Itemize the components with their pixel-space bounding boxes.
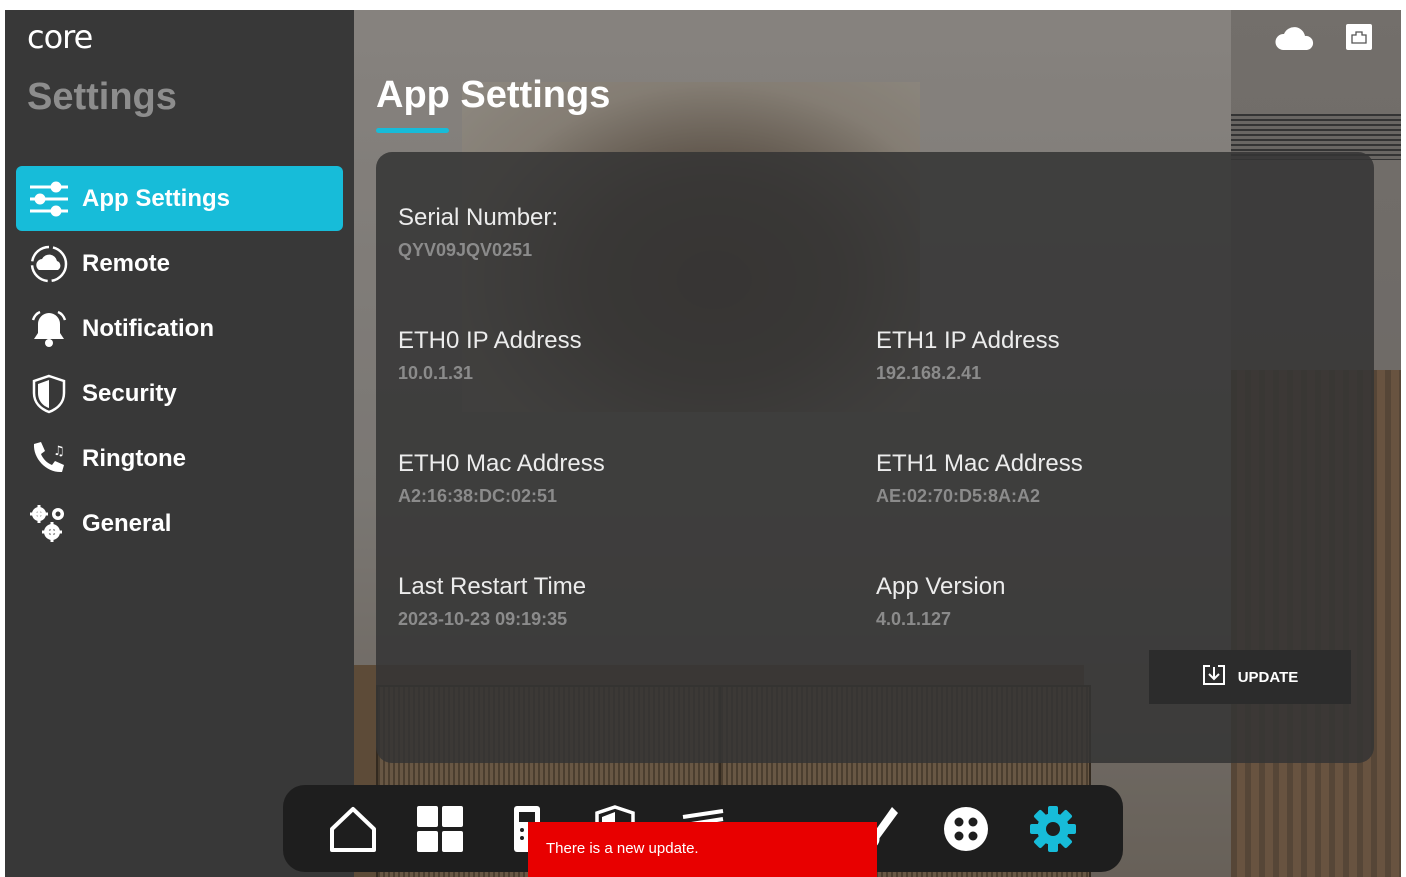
update-toast: There is a new update. [528,822,877,877]
phone-music-icon: ♫ [26,436,72,482]
sidebar-item-label: Notification [82,314,214,342]
last-restart-value: 2023-10-23 09:19:35 [398,609,568,629]
sidebar-item-remote[interactable]: Remote [16,231,343,296]
title-underline [376,128,449,133]
eth0-mac-field: ETH0 Mac Address A2:16:38:DC:02:51 [398,450,605,507]
cloud-sync-icon [26,241,72,287]
sidebar-item-security[interactable]: Security [16,361,343,426]
eth0-mac-label: ETH0 Mac Address [398,450,605,477]
core-logo: core [27,18,93,56]
last-restart-field: Last Restart Time 2023-10-23 09:19:35 [398,573,586,630]
grid-icon[interactable] [412,801,468,857]
app-version-field: App Version 4.0.1.127 [876,573,1005,630]
update-button-label: UPDATE [1237,668,1299,686]
sidebar-item-general[interactable]: General [16,491,343,556]
update-button[interactable]: UPDATE [1149,650,1351,704]
sidebar-item-label: Security [82,379,177,407]
eth0-ip-label: ETH0 IP Address [398,327,582,354]
sidebar-item-notification[interactable]: Notification [16,296,343,361]
serial-number-value: QYV09JQV0251 [398,240,533,260]
eth1-ip-value: 192.168.2.41 [876,363,982,383]
app-window: core Settings App Settings Remote Notifi… [5,10,1401,877]
eth0-ip-value: 10.0.1.31 [398,363,474,383]
download-icon [1202,663,1226,691]
cloud-icon[interactable] [1275,22,1315,57]
sidebar-item-label: Ringtone [82,444,186,472]
sidebar-item-app-settings[interactable]: App Settings [16,166,343,231]
eth0-mac-value: A2:16:38:DC:02:51 [398,486,558,506]
bell-icon [26,306,72,352]
page-title: App Settings [376,74,611,116]
sidebar-item-ringtone[interactable]: ♫ Ringtone [16,426,343,491]
network-port-icon[interactable] [1345,23,1373,56]
dots-icon[interactable] [938,801,994,857]
shield-icon [26,371,72,417]
serial-number-field: Serial Number: QYV09JQV0251 [398,204,558,261]
app-info-panel: Serial Number: QYV09JQV0251 ETH0 IP Addr… [376,152,1374,763]
sliders-icon [26,176,72,222]
settings-gear-icon[interactable] [1025,801,1081,857]
eth0-ip-field: ETH0 IP Address 10.0.1.31 [398,327,582,384]
home-icon[interactable] [325,801,381,857]
svg-text:♫: ♫ [53,444,65,459]
eth1-mac-value: AE:02:70:D5:8A:A2 [876,486,1041,506]
app-version-value: 4.0.1.127 [876,609,952,629]
eth1-mac-field: ETH1 Mac Address AE:02:70:D5:8A:A2 [876,450,1083,507]
eth1-ip-field: ETH1 IP Address 192.168.2.41 [876,327,1060,384]
last-restart-label: Last Restart Time [398,573,587,600]
sidebar-item-label: General [82,509,172,537]
sidebar-nav: App Settings Remote Notification Securit… [16,166,343,556]
sidebar-item-label: App Settings [82,184,230,212]
eth1-ip-label: ETH1 IP Address [876,327,1060,354]
sidebar: core Settings App Settings Remote Notifi… [5,10,354,877]
sidebar-item-label: Remote [82,249,171,277]
gears-icon [26,501,72,547]
eth1-mac-label: ETH1 Mac Address [876,450,1083,477]
app-version-label: App Version [876,573,1006,600]
serial-number-label: Serial Number: [398,204,559,231]
status-icons [1275,22,1373,57]
sidebar-title: Settings [27,76,177,118]
